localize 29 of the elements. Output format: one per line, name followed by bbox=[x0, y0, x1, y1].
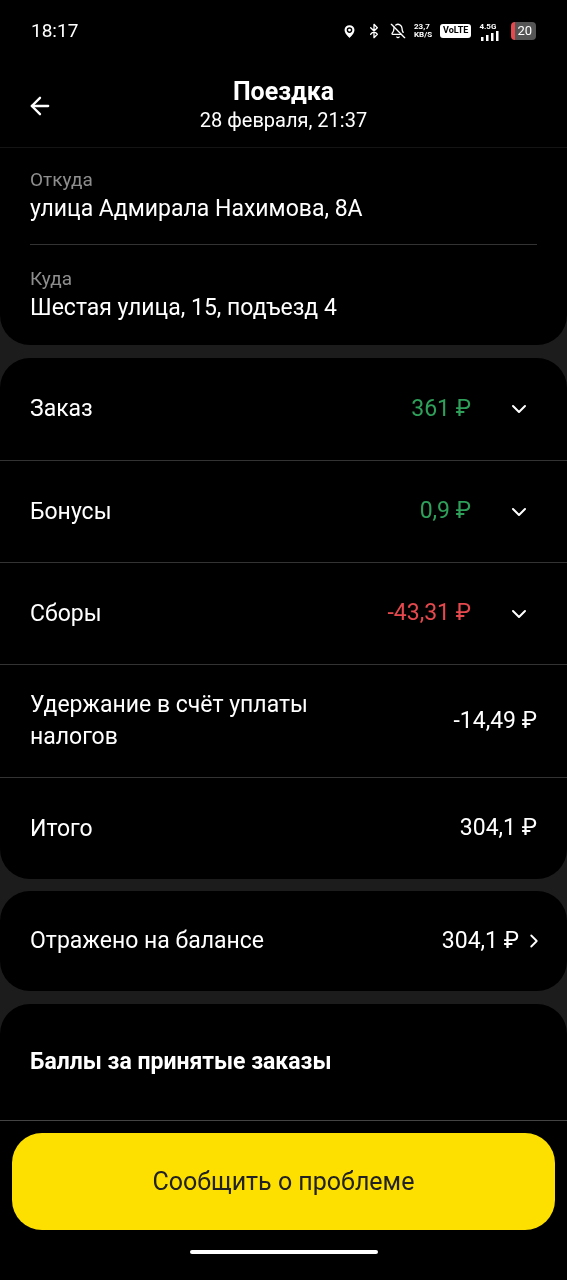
network-type: 4.5G bbox=[479, 21, 497, 31]
network-speed: 23,7 bbox=[414, 23, 431, 31]
payment-label: Бонусы bbox=[30, 496, 113, 527]
payment-amount: 0,9 ₽ bbox=[419, 496, 471, 527]
location-icon bbox=[341, 22, 358, 40]
payment-amount: -43,31 ₽ bbox=[387, 598, 471, 629]
payment-amount: -14,49 ₽ bbox=[453, 705, 537, 736]
battery-indicator: 20 bbox=[511, 22, 536, 40]
muted-bell-icon bbox=[390, 23, 406, 39]
address-text: улица Адмирала Нахимова, 8А bbox=[30, 194, 364, 224]
payment-label: Удержание в счёт уплаты налогов bbox=[30, 690, 309, 752]
payment-amount: 361 ₽ bbox=[411, 393, 471, 424]
page-title: Поездка bbox=[232, 76, 335, 107]
volte-badge: VoLTE bbox=[440, 24, 472, 38]
balance-label: Отражено на балансе bbox=[30, 925, 264, 956]
report-problem-button[interactable]: Сообщить о проблеме bbox=[12, 1133, 555, 1230]
address-label: Куда bbox=[30, 267, 74, 291]
address-label: Откуда bbox=[30, 168, 94, 192]
balance-amount: 304,1 ₽ bbox=[441, 925, 519, 956]
balance-card[interactable]: Отражено на балансе 304,1 ₽ bbox=[0, 891, 567, 991]
payment-label: Сборы bbox=[30, 598, 103, 629]
points-title: Баллы за принятые заказы bbox=[30, 1046, 332, 1077]
payment-amount: 304,1 ₽ bbox=[459, 813, 537, 844]
status-time: 18:17 bbox=[31, 17, 79, 44]
address-text: Шестая улица, 15, подъезд 4 bbox=[30, 293, 338, 323]
payment-label: Итого bbox=[30, 813, 94, 844]
payment-label: Заказ bbox=[30, 394, 94, 424]
trip-date: 28 февраля, 21:37 bbox=[199, 106, 368, 133]
speed-unit: KB/S bbox=[414, 31, 433, 39]
